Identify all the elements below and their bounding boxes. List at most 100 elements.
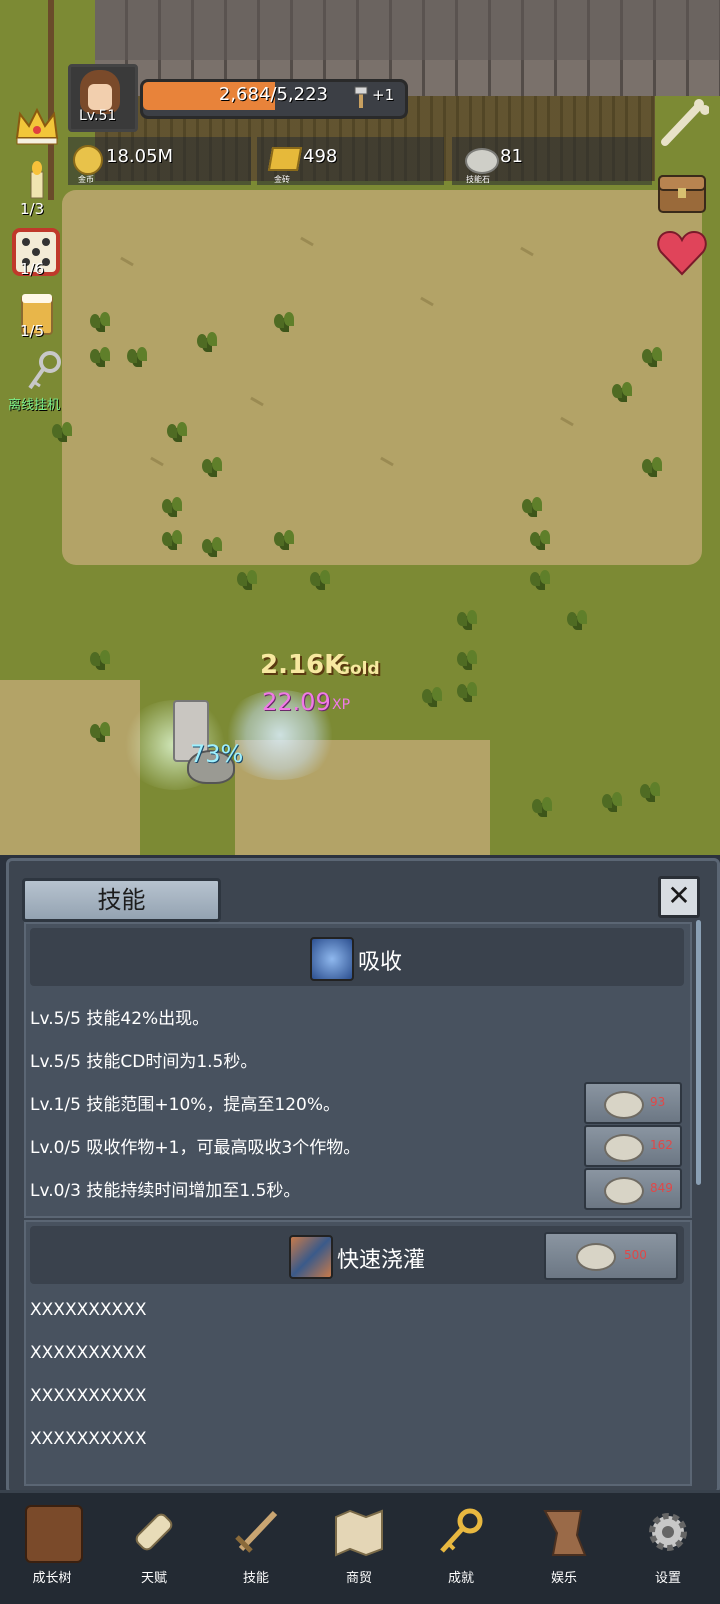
upgrade-button[interactable]: 849 bbox=[584, 1168, 682, 1210]
crop[interactable] bbox=[88, 720, 114, 742]
skill-line: XXXXXXXXXX bbox=[30, 1429, 147, 1449]
skill-percent-text: 73% bbox=[190, 740, 244, 768]
crop[interactable] bbox=[160, 495, 186, 517]
nav-label: 设置 bbox=[654, 1571, 681, 1586]
unlock-button[interactable]: 500 bbox=[544, 1232, 678, 1280]
gold-bar-icon bbox=[267, 147, 303, 171]
crop[interactable] bbox=[600, 790, 626, 812]
gold-bar-value: 498 bbox=[303, 146, 338, 167]
upgrade-button[interactable]: 93 bbox=[584, 1082, 682, 1124]
skill-line: XXXXXXXXXX bbox=[30, 1386, 147, 1406]
skill-line: Lv.1/5 技能范围+10%，提高至120%。 bbox=[30, 1095, 341, 1115]
treasure-chest-icon[interactable] bbox=[655, 162, 709, 216]
skill-header-absorb bbox=[30, 928, 684, 986]
bone-icon[interactable] bbox=[655, 96, 710, 150]
nav-entertainment[interactable]: 娱乐 bbox=[529, 1505, 599, 1595]
crop[interactable] bbox=[565, 608, 591, 630]
crop[interactable] bbox=[195, 330, 221, 352]
crop[interactable] bbox=[308, 568, 334, 590]
upgrade-cost: 93 bbox=[650, 1095, 666, 1109]
scroll-icon bbox=[127, 1505, 181, 1559]
crop[interactable] bbox=[638, 780, 664, 802]
farm-plot bbox=[62, 190, 702, 565]
crop[interactable] bbox=[528, 528, 554, 550]
crown-icon[interactable] bbox=[14, 104, 60, 148]
crop[interactable] bbox=[200, 535, 226, 557]
skill-stone-icon bbox=[604, 1134, 644, 1162]
skill-stone-icon bbox=[576, 1243, 616, 1271]
nav-skill[interactable]: 技能 bbox=[221, 1505, 291, 1595]
nav-achievement[interactable]: 成就 bbox=[426, 1505, 496, 1595]
upgrade-cost: 849 bbox=[650, 1181, 673, 1195]
gold-unit-text: Gold bbox=[336, 659, 380, 679]
crop[interactable] bbox=[88, 648, 114, 670]
gold-coin-icon bbox=[73, 145, 103, 175]
skill-line: XXXXXXXXXX bbox=[30, 1343, 147, 1363]
map-icon bbox=[332, 1505, 386, 1559]
upgrade-button[interactable]: 162 bbox=[584, 1125, 682, 1167]
skill-line: Lv.5/5 技能42%出现。 bbox=[30, 1009, 210, 1029]
xp-bonus: +1 bbox=[372, 86, 395, 104]
panel-scrollbar[interactable] bbox=[696, 920, 701, 1185]
skill-line: Lv.0/5 吸收作物+1，可最高吸收3个作物。 bbox=[30, 1138, 361, 1158]
gold-label: 金币 bbox=[78, 175, 94, 184]
nav-settings[interactable]: 设置 bbox=[633, 1505, 703, 1595]
skill-stone-value: 81 bbox=[500, 146, 523, 167]
crop[interactable] bbox=[455, 680, 481, 702]
crop[interactable] bbox=[520, 495, 546, 517]
candle-count: 1/3 bbox=[20, 200, 45, 218]
crop[interactable] bbox=[640, 345, 666, 367]
candle-icon[interactable] bbox=[22, 160, 52, 200]
skill-stone-icon bbox=[604, 1091, 644, 1119]
vortex-icon bbox=[310, 937, 354, 981]
player-level: Lv.51 bbox=[79, 108, 117, 124]
xp-unit-text: XP bbox=[332, 697, 351, 713]
crop[interactable] bbox=[272, 310, 298, 332]
nav-label: 娱乐 bbox=[550, 1571, 577, 1586]
crop[interactable] bbox=[235, 568, 261, 590]
nav-growth-tree[interactable]: 成长树 bbox=[17, 1505, 87, 1595]
skill-stone-icon bbox=[465, 148, 499, 174]
crop[interactable] bbox=[88, 310, 114, 332]
heart-icon[interactable] bbox=[655, 226, 709, 280]
crop[interactable] bbox=[88, 345, 114, 367]
crop[interactable] bbox=[160, 528, 186, 550]
nav-talent[interactable]: 天赋 bbox=[119, 1505, 189, 1595]
crop[interactable] bbox=[455, 608, 481, 630]
crop[interactable] bbox=[200, 455, 226, 477]
idle-label[interactable]: 离线挂机 bbox=[8, 394, 60, 413]
panel-title: 技能 bbox=[22, 878, 221, 922]
nav-label: 成就 bbox=[447, 1571, 474, 1586]
xp-gain-text: 22.09 bbox=[262, 688, 331, 716]
banner-icon bbox=[537, 1505, 591, 1559]
crop[interactable] bbox=[530, 795, 556, 817]
upgrade-cost: 162 bbox=[650, 1138, 673, 1152]
skill-line: Lv.5/5 技能CD时间为1.5秒。 bbox=[30, 1052, 258, 1072]
crop[interactable] bbox=[50, 420, 76, 442]
beer-count: 1/5 bbox=[20, 322, 45, 340]
nav-label: 商贸 bbox=[345, 1571, 372, 1586]
crop[interactable] bbox=[420, 685, 446, 707]
crop[interactable] bbox=[610, 380, 636, 402]
sword-icon bbox=[229, 1505, 283, 1559]
gear-icon bbox=[641, 1505, 695, 1559]
crop[interactable] bbox=[125, 345, 151, 367]
crop[interactable] bbox=[165, 420, 191, 442]
idle-key-icon[interactable] bbox=[24, 350, 62, 394]
nav-trade[interactable]: 商贸 bbox=[324, 1505, 394, 1595]
gold-gain-text: 2.16K bbox=[260, 650, 345, 680]
nav-label: 天赋 bbox=[140, 1571, 167, 1586]
skill-name-absorb: 吸收 bbox=[358, 950, 403, 975]
key-icon bbox=[434, 1505, 488, 1559]
nav-label: 成长树 bbox=[32, 1571, 72, 1586]
skill-stone-icon bbox=[604, 1177, 644, 1205]
crop[interactable] bbox=[272, 528, 298, 550]
dice-count: 1/6 bbox=[20, 260, 45, 278]
close-button[interactable]: ✕ bbox=[658, 876, 700, 918]
crop[interactable] bbox=[640, 455, 666, 477]
crop[interactable] bbox=[455, 648, 481, 670]
crop[interactable] bbox=[528, 568, 554, 590]
skill-line: XXXXXXXXXX bbox=[30, 1300, 147, 1320]
xp-text: 2,684/5,223 bbox=[218, 84, 328, 105]
unlock-cost: 500 bbox=[624, 1248, 647, 1262]
